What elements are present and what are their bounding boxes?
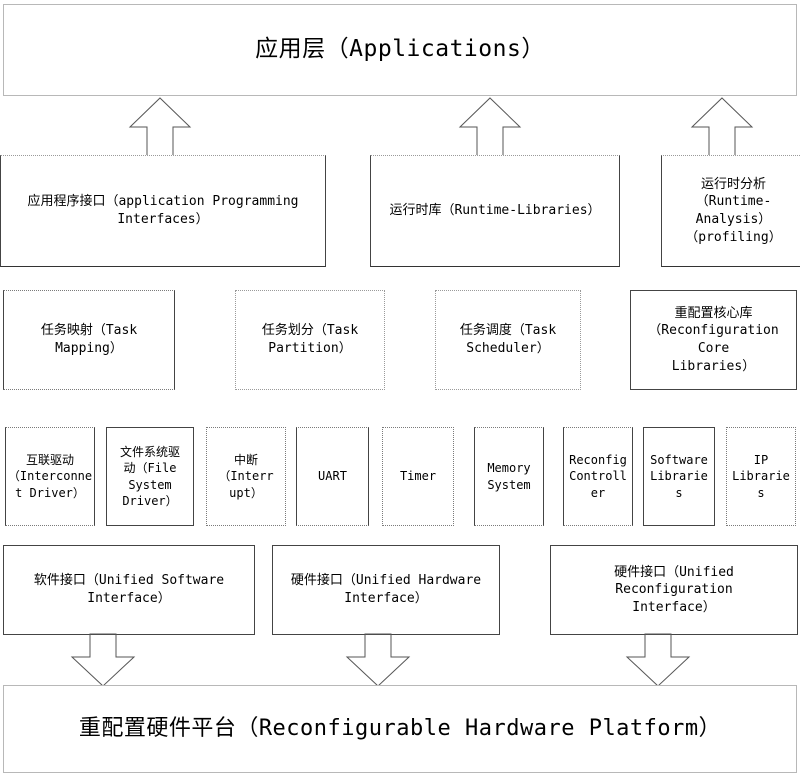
reconfiguration-core-libraries-label: 重配置核心库 （Reconfiguration Core Libraries） xyxy=(648,305,779,374)
arrow-down-hardware-interface xyxy=(345,633,411,687)
runtime-libraries-label: 运行时库（Runtime-Libraries） xyxy=(389,203,601,219)
memory-system-label: Memory System xyxy=(487,461,531,492)
box-task-mapping: 任务映射（Task Mapping） xyxy=(3,290,175,390)
task-partition-label: 任务划分（Task Partition） xyxy=(261,323,359,356)
layer-box-platform: 重配置硬件平台（Reconfigurable Hardware Platform… xyxy=(3,685,797,773)
box-api: 应用程序接口（application Programming Interface… xyxy=(0,155,326,267)
arrow-down-reconfiguration-interface xyxy=(625,633,691,687)
box-unified-reconfiguration-interface: 硬件接口（Unified Reconfiguration Interface） xyxy=(550,545,798,635)
box-uart: UART xyxy=(296,427,369,526)
task-mapping-label: 任务映射（Task Mapping） xyxy=(40,323,138,356)
box-reconfig-controller: Reconfig Controll er xyxy=(563,427,633,526)
box-task-scheduler: 任务调度（Task Scheduler） xyxy=(435,290,581,390)
ip-libraries-label: IP Librarie s xyxy=(732,453,790,500)
unified-reconfiguration-interface-label: 硬件接口（Unified Reconfiguration Interface） xyxy=(614,564,734,615)
box-interrupt: 中断 （Interr upt） xyxy=(206,427,286,526)
box-memory-system: Memory System xyxy=(474,427,544,526)
arrow-up-runtime-libraries xyxy=(458,97,522,159)
box-reconfiguration-core-libraries: 重配置核心库 （Reconfiguration Core Libraries） xyxy=(630,290,797,390)
applications-label: 应用层（Applications） xyxy=(255,36,545,63)
box-runtime-libraries: 运行时库（Runtime-Libraries） xyxy=(370,155,620,267)
unified-software-interface-label: 软件接口（Unified Software Interface） xyxy=(33,573,225,606)
box-runtime-analysis: 运行时分析 （Runtime- Analysis） （profiling） xyxy=(661,155,800,267)
arrow-up-api xyxy=(128,97,192,159)
runtime-analysis-label: 运行时分析 （Runtime- Analysis） （profiling） xyxy=(685,176,782,245)
box-software-libraries: Software Librarie s xyxy=(643,427,715,526)
box-file-system-driver: 文件系统驱 动（File System Driver） xyxy=(106,427,194,526)
interconnect-driver-label: 互联驱动 （Interconne t Driver） xyxy=(7,453,93,500)
platform-label: 重配置硬件平台（Reconfigurable Hardware Platform… xyxy=(78,716,722,742)
box-ip-libraries: IP Librarie s xyxy=(726,427,796,526)
timer-label: Timer xyxy=(399,469,437,484)
task-scheduler-label: 任务调度（Task Scheduler） xyxy=(459,323,557,356)
unified-hardware-interface-label: 硬件接口（Unified Hardware Interface） xyxy=(290,573,482,606)
box-unified-software-interface: 软件接口（Unified Software Interface） xyxy=(3,545,255,635)
api-label: 应用程序接口（application Programming Interface… xyxy=(27,194,299,227)
reconfig-controller-label: Reconfig Controll er xyxy=(569,453,627,500)
arrow-up-runtime-analysis xyxy=(690,97,754,159)
box-timer: Timer xyxy=(382,427,454,526)
layer-box-applications: 应用层（Applications） xyxy=(3,4,797,96)
box-unified-hardware-interface: 硬件接口（Unified Hardware Interface） xyxy=(272,545,500,635)
uart-label: UART xyxy=(318,469,347,484)
interrupt-label: 中断 （Interr upt） xyxy=(218,453,274,500)
file-system-driver-label: 文件系统驱 动（File System Driver） xyxy=(119,445,180,508)
architecture-diagram: 应用层（Applications） 应用程序接口（application Pro… xyxy=(0,0,800,780)
box-interconnect-driver: 互联驱动 （Interconne t Driver） xyxy=(5,427,95,526)
software-libraries-label: Software Librarie s xyxy=(650,453,708,500)
box-task-partition: 任务划分（Task Partition） xyxy=(235,290,385,390)
arrow-down-software-interface xyxy=(70,633,136,687)
